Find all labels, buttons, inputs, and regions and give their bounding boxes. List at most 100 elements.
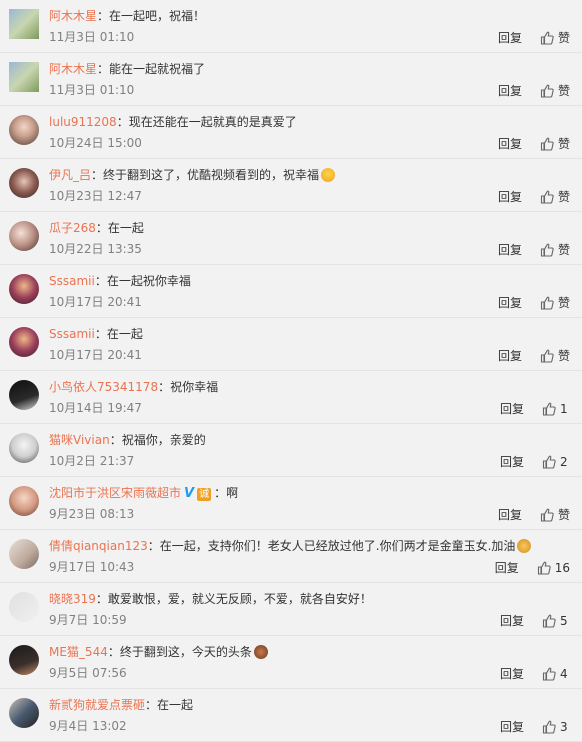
- like-button[interactable]: 赞: [540, 241, 570, 258]
- avatar[interactable]: [9, 115, 39, 145]
- username-link[interactable]: 猫咪Vivian: [49, 433, 110, 447]
- like-button[interactable]: 赞: [540, 506, 570, 523]
- username-link[interactable]: 伊凡_吕: [49, 168, 91, 182]
- username-link[interactable]: 新贰狗就爱点票砸: [49, 698, 145, 712]
- avatar[interactable]: [9, 592, 39, 622]
- colon-separator: ：: [107, 645, 120, 659]
- like-button[interactable]: 赞: [540, 347, 570, 364]
- fan-badge-icon: 诚: [197, 488, 212, 501]
- reply-button[interactable]: 回复: [500, 665, 524, 682]
- comment-text: 能在一起就祝福了: [109, 62, 206, 76]
- username-link[interactable]: 阿木木星: [49, 9, 97, 23]
- comment-row: ME猫_544：终于翻到这，今天的头条 9月5日 07:56 回复 4: [0, 636, 582, 689]
- like-button[interactable]: 赞: [540, 29, 570, 46]
- reply-button[interactable]: 回复: [498, 82, 522, 99]
- colon-separator: ：: [97, 9, 110, 23]
- comment-line: Sssamii：在一起祝你幸福: [49, 273, 572, 290]
- reply-button[interactable]: 回复: [500, 453, 524, 470]
- username-link[interactable]: ME猫_544: [49, 645, 108, 659]
- username-link[interactable]: 阿木木星: [49, 62, 97, 76]
- like-button[interactable]: 2: [542, 455, 570, 469]
- comment-list: 阿木木星：在一起吧，祝福！ 11月3日 01:10 回复赞阿木木星：能在一起就祝福了…: [0, 0, 582, 742]
- comment-line: lulu911208：现在还能在一起就真的是真爱了: [49, 114, 572, 131]
- reply-button[interactable]: 回复: [495, 559, 519, 576]
- like-button[interactable]: 赞: [540, 135, 570, 152]
- comment-text: 在一起: [157, 698, 194, 712]
- avatar[interactable]: [9, 168, 39, 198]
- reply-button[interactable]: 回复: [498, 241, 522, 258]
- reply-button[interactable]: 回复: [500, 718, 524, 735]
- avatar[interactable]: [9, 539, 39, 569]
- comment-row: 倩倩qianqian123：在一起，支持你们！老女人已经放过他了.你们两才是金童…: [0, 530, 582, 583]
- like-button[interactable]: 5: [542, 614, 570, 628]
- like-button[interactable]: 赞: [540, 82, 570, 99]
- like-count: 5: [560, 613, 568, 628]
- laugh-emoji-icon: [321, 168, 336, 182]
- like-button[interactable]: 1: [542, 402, 570, 416]
- thumbs-up-icon: [540, 84, 554, 98]
- avatar[interactable]: [9, 698, 39, 728]
- paw-emoji-icon: [253, 645, 268, 659]
- colon-separator: ：: [109, 433, 122, 447]
- like-count: 4: [560, 666, 568, 681]
- avatar[interactable]: [9, 62, 39, 92]
- avatar[interactable]: [9, 274, 39, 304]
- comment-time: 9月4日 13:02: [49, 719, 127, 733]
- username-link[interactable]: 沈阳市于洪区宋雨薇超市: [49, 486, 181, 500]
- username-link[interactable]: lulu911208: [49, 115, 117, 129]
- comment-actions: 回复 5: [500, 612, 570, 629]
- username-link[interactable]: Sssamii: [49, 274, 95, 288]
- reply-button[interactable]: 回复: [500, 400, 524, 417]
- like-button[interactable]: 赞: [540, 188, 570, 205]
- username-link[interactable]: 晓晓319: [49, 592, 96, 606]
- username-link[interactable]: Sssamii: [49, 327, 95, 341]
- thumbs-up-icon: [540, 31, 554, 45]
- reply-button[interactable]: 回复: [498, 135, 522, 152]
- comment-text: 终于翻到这，今天的头条: [119, 645, 252, 659]
- avatar[interactable]: [9, 486, 39, 516]
- like-button[interactable]: 16: [537, 561, 570, 575]
- like-label: 赞: [557, 84, 570, 98]
- comment-line: 倩倩qianqian123：在一起，支持你们！老女人已经放过他了.你们两才是金童…: [49, 538, 572, 555]
- colon-separator: ：: [147, 539, 160, 553]
- avatar[interactable]: [9, 9, 39, 39]
- comment-row: 瓜子268：在一起 10月22日 13:35 回复 赞: [0, 212, 582, 265]
- comment-row: lulu911208：现在还能在一起就真的是真爱了 10月24日 15:00 回复 赞: [0, 106, 582, 159]
- colon-separator: ：: [116, 115, 129, 129]
- thumbs-up-icon: [542, 667, 556, 681]
- comment-actions: 回复 赞: [498, 294, 570, 311]
- reply-button[interactable]: 回复: [498, 506, 522, 523]
- like-count: 2: [560, 454, 568, 469]
- comment-time: 10月17日 20:41: [49, 295, 142, 309]
- comment-time: 11月3日 01:10: [49, 83, 135, 97]
- comment-line: 沈阳市于洪区宋雨薇超市 V 诚：啊: [49, 485, 572, 502]
- reply-button[interactable]: 回复: [498, 347, 522, 364]
- comment-row: 小鸟依人75341178：祝你幸福 10月14日 19:47 回复 1: [0, 371, 582, 424]
- thumbs-up-icon: [540, 349, 554, 363]
- colon-separator: ：: [214, 486, 227, 500]
- reply-button[interactable]: 回复: [498, 29, 522, 46]
- colon-separator: ：: [94, 274, 107, 288]
- username-link[interactable]: 瓜子268: [49, 221, 96, 235]
- like-button[interactable]: 4: [542, 667, 570, 681]
- avatar[interactable]: [9, 327, 39, 357]
- reply-button[interactable]: 回复: [498, 188, 522, 205]
- avatar[interactable]: [9, 221, 39, 251]
- comment-row: 伊凡_吕：终于翻到这了，优酷视频看到的，祝幸福 10月23日 12:47 回复 赞: [0, 159, 582, 212]
- reply-button[interactable]: 回复: [498, 294, 522, 311]
- like-button[interactable]: 3: [542, 720, 570, 734]
- username-link[interactable]: 倩倩qianqian123: [49, 539, 148, 553]
- reply-button[interactable]: 回复: [500, 612, 524, 629]
- avatar[interactable]: [9, 433, 39, 463]
- comment-row: 阿木木星：在一起吧，祝福！ 11月3日 01:10 回复 赞: [0, 0, 582, 53]
- like-count: 1: [560, 401, 568, 416]
- avatar[interactable]: [9, 380, 39, 410]
- avatar[interactable]: [9, 645, 39, 675]
- comment-text: 敢爱敢恨，爱，就义无反顾，不爱，就各自安好！: [107, 592, 372, 606]
- like-count: 3: [560, 719, 568, 734]
- comment-time: 11月3日 01:10: [49, 30, 135, 44]
- like-button[interactable]: 赞: [540, 294, 570, 311]
- comment-actions: 回复 赞: [498, 29, 570, 46]
- username-link[interactable]: 小鸟依人75341178: [49, 380, 158, 394]
- like-label: 赞: [557, 190, 570, 204]
